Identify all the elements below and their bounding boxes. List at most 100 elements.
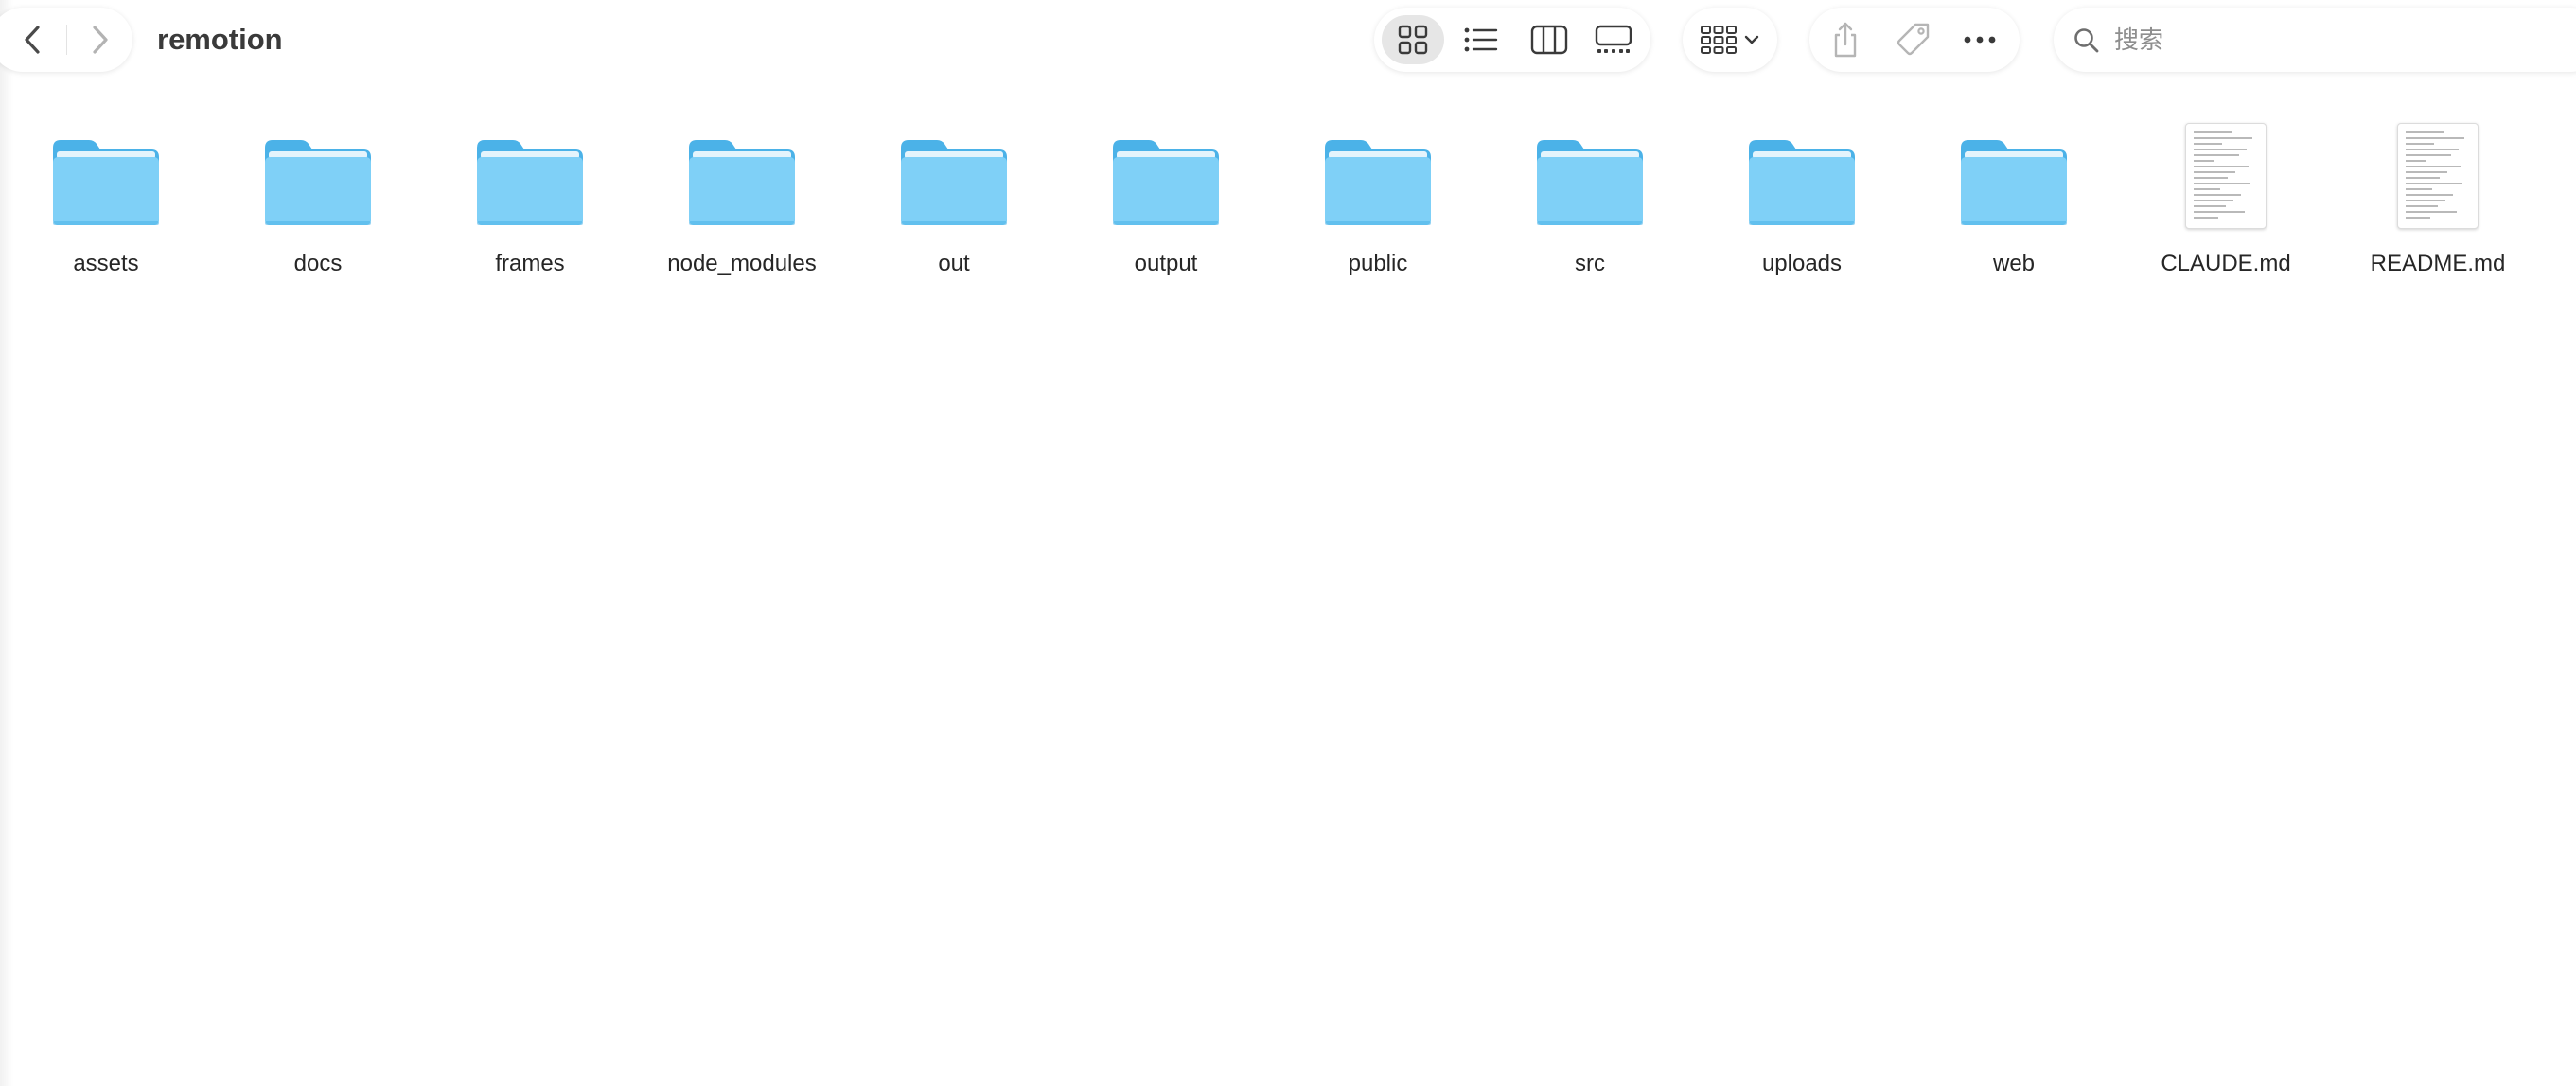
tags-button[interactable] [1885,15,1942,64]
document-text-line [2406,188,2432,190]
chevron-left-icon [25,26,40,54]
folder-icon [0,117,212,229]
group-grid-icon [1701,26,1737,54]
folder-icon [636,117,848,229]
file-item[interactable]: src [1484,117,1696,288]
file-item[interactable]: out [848,117,1060,288]
file-item[interactable]: README.md [2332,117,2544,288]
file-name: web [1992,251,2036,276]
gallery-icon [1595,25,1632,53]
file-name: frames [495,251,565,276]
file-grid: assets docs frames node_modules out outp… [0,117,2576,307]
ellipsis-icon [1964,36,1996,44]
document-text-line [2406,166,2461,167]
back-button[interactable] [0,8,66,72]
document-text-line [2194,171,2235,173]
document-text-line [2194,205,2226,207]
document-text-line [2406,137,2464,139]
group-by-button[interactable] [1683,8,1777,72]
document-text-line [2406,149,2459,150]
file-item[interactable]: node_modules [636,117,848,288]
folder-icon [1908,117,2120,229]
document-thumbnail [2185,123,2267,229]
column-view-button[interactable] [1518,15,1580,64]
document-text-line [2406,143,2434,145]
document-icon [2332,117,2544,229]
folder-icon [1272,117,1484,229]
file-item[interactable]: assets [0,117,212,288]
file-name: src [1575,251,1605,276]
folder-icon [424,117,636,229]
document-text-line [2406,211,2457,213]
document-text-line [2194,149,2247,150]
folder-icon [1060,117,1272,229]
file-name: README.md [2370,251,2506,276]
document-text-line [2194,131,2232,133]
document-text-line [2194,188,2220,190]
document-text-line [2406,177,2440,179]
document-text-line [2194,143,2222,145]
toolbar: remotion [0,0,2576,79]
more-button[interactable] [1951,15,2008,64]
finder-window: remotion 搜索 assets docs frames node_modu… [0,0,2576,1086]
action-group [1809,8,2020,72]
document-text-line [2194,194,2241,196]
file-name: public [1348,251,1408,276]
gallery-view-button[interactable] [1582,15,1645,64]
file-item[interactable]: output [1060,117,1272,288]
folder-icon [1484,117,1696,229]
share-icon [1834,22,1857,58]
tag-icon [1897,23,1930,56]
navigation-group [0,8,132,72]
view-mode-group [1374,8,1650,72]
file-name: CLAUDE.md [2161,251,2291,276]
document-text-line [2194,211,2245,213]
document-text-line [2194,217,2218,219]
share-button[interactable] [1817,15,1874,64]
document-text-line [2194,154,2239,156]
file-name: uploads [1761,251,1843,276]
search-input[interactable] [2114,21,2568,59]
file-name: out [938,251,970,276]
file-item[interactable]: web [1908,117,2120,288]
file-name: assets [73,251,139,276]
document-text-line [2406,171,2447,173]
document-text-line [2406,217,2430,219]
document-text-line [2406,160,2426,162]
window-title: remotion [157,23,283,56]
document-text-line [2194,177,2228,179]
forward-button[interactable] [66,8,132,72]
columns-icon [1530,25,1568,55]
document-text-line [2406,205,2438,207]
document-text-line [2406,200,2445,201]
file-item[interactable]: uploads [1696,117,1908,288]
chevron-down-icon [1744,35,1759,44]
list-icon [1464,27,1498,52]
file-item[interactable]: docs [212,117,424,288]
list-view-button[interactable] [1450,15,1512,64]
document-text-line [2406,154,2451,156]
document-text-line [2194,166,2249,167]
search-icon [2073,26,2101,55]
icon-view-button[interactable] [1382,15,1444,64]
folder-icon [212,117,424,229]
grid-icon [1398,25,1428,55]
folder-icon [1696,117,1908,229]
folder-icon [848,117,1060,229]
file-item[interactable]: frames [424,117,636,288]
file-name: output [1134,251,1198,276]
file-name: node_modules [667,251,817,276]
document-text-line [2406,131,2444,133]
document-thumbnail [2397,123,2479,229]
document-text-line [2194,183,2250,184]
document-text-line [2194,160,2214,162]
document-text-line [2194,200,2233,201]
file-name: docs [293,251,343,276]
document-text-line [2406,183,2462,184]
chevron-right-icon [93,26,108,54]
document-text-line [2194,137,2252,139]
search-field[interactable] [2054,8,2576,72]
document-text-line [2406,194,2453,196]
file-item[interactable]: public [1272,117,1484,288]
file-item[interactable]: CLAUDE.md [2120,117,2332,288]
